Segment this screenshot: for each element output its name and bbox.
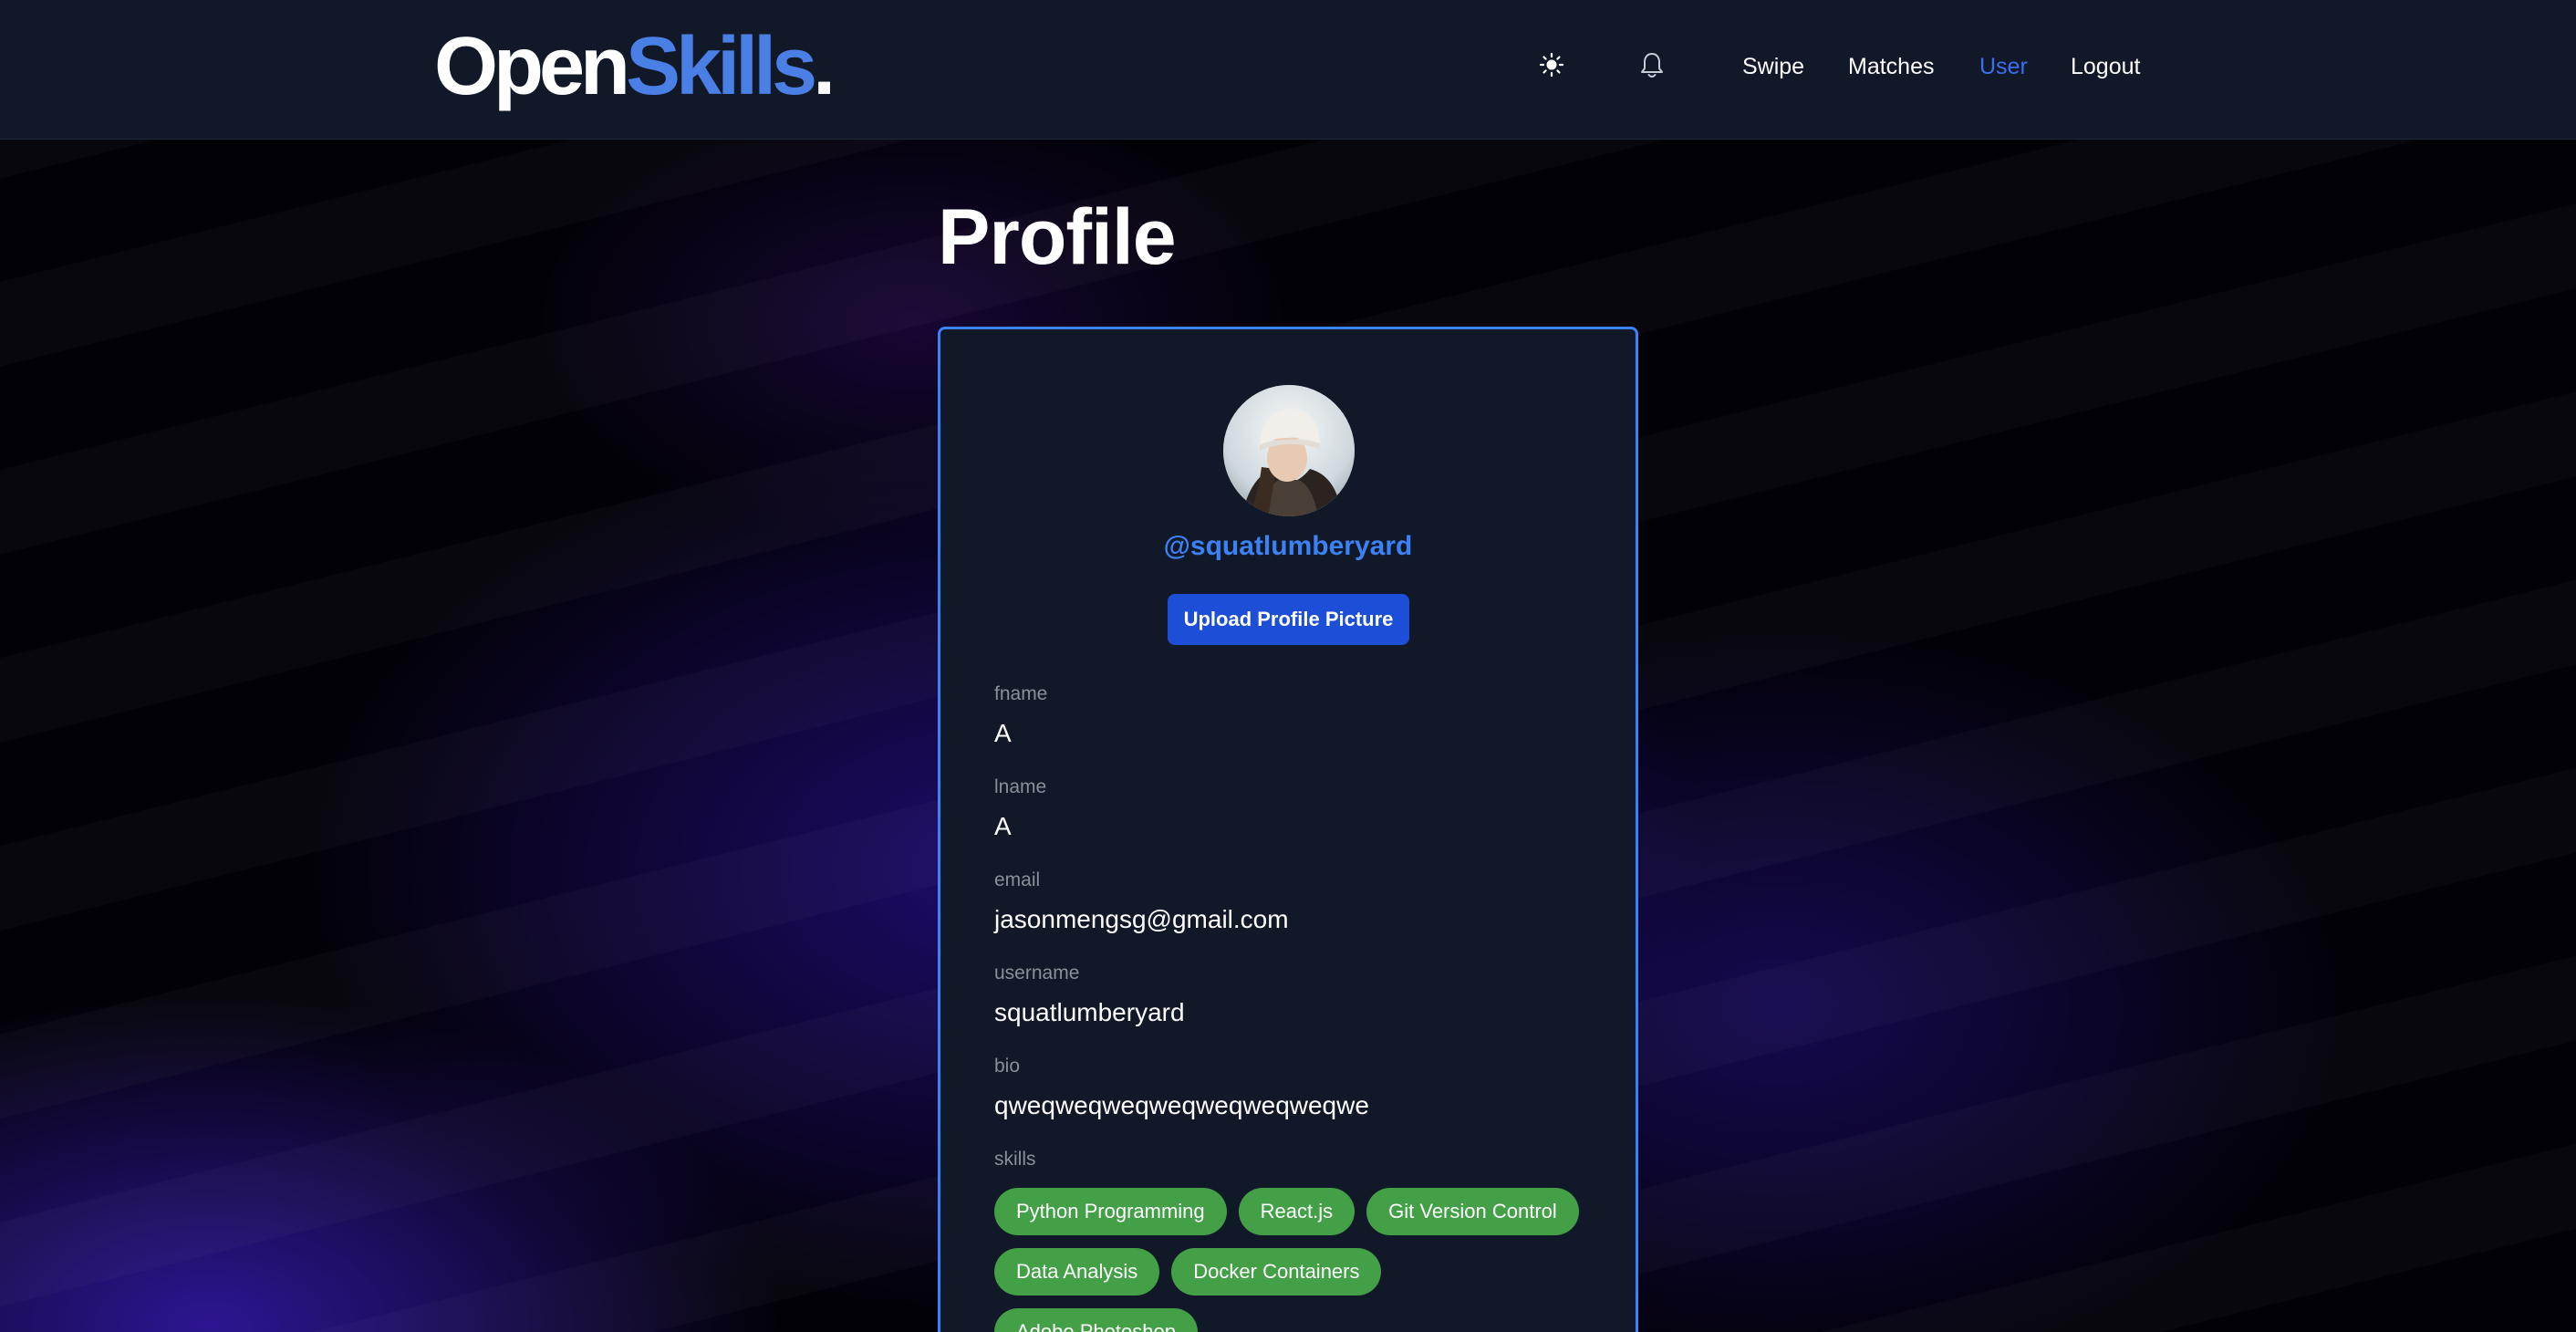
sun-icon[interactable] <box>1538 51 1565 78</box>
field-label: username <box>994 963 1080 983</box>
field-label: fname <box>994 683 1048 704</box>
nav-user-link[interactable]: User <box>1979 51 2028 82</box>
field-bio: bio qweqweqweqweqweqweqweqwe <box>994 1054 1369 1123</box>
skill-chip[interactable]: Data Analysis <box>994 1248 1160 1296</box>
field-value[interactable]: squatlumberyard <box>994 995 1185 1030</box>
field-value[interactable]: qweqweqweqweqweqweqweqwe <box>994 1088 1369 1123</box>
field-label: bio <box>994 1056 1021 1077</box>
field-value[interactable]: jasonmengsg@gmail.com <box>994 902 1289 937</box>
skill-chip[interactable]: Python Programming <box>994 1188 1227 1235</box>
avatar-photo <box>1223 385 1355 516</box>
logo-dot: . <box>813 21 836 112</box>
page-title: Profile <box>938 193 1177 281</box>
skill-chip[interactable]: Adobe Photoshop <box>994 1308 1198 1332</box>
nav-logout-link[interactable]: Logout <box>2071 51 2140 82</box>
avatar <box>1223 385 1355 516</box>
field-fname: fname A <box>994 682 1047 751</box>
bell-icon[interactable] <box>1638 51 1666 80</box>
field-label: lname <box>994 776 1047 797</box>
logo-text-open: Open <box>434 21 630 112</box>
openskills-logo[interactable]: OpenSkills. <box>434 16 836 117</box>
upload-profile-picture-button[interactable]: Upload Profile Picture <box>1168 594 1409 645</box>
nav-swipe-link[interactable]: Swipe <box>1742 51 1804 82</box>
profile-handle: @squatlumberyard <box>1163 531 1413 561</box>
skills-list: Python Programming React.js Git Version … <box>994 1188 1596 1332</box>
profile-card: @squatlumberyard Upload Profile Picture … <box>938 327 1638 1332</box>
field-value[interactable]: A <box>994 809 1046 844</box>
logo-text-skills: Skills <box>626 21 817 112</box>
field-email: email jasonmengsg@gmail.com <box>994 868 1289 937</box>
field-value[interactable]: A <box>994 716 1047 751</box>
skills-label: skills <box>994 1149 1036 1170</box>
skill-chip[interactable]: React.js <box>1238 1188 1356 1235</box>
skill-chip[interactable]: Git Version Control <box>1366 1188 1579 1235</box>
skill-chip[interactable]: Docker Containers <box>1171 1248 1382 1296</box>
field-label: email <box>994 869 1041 890</box>
page: OpenSkills. Swipe Matches User Logout Pr… <box>0 0 2576 1332</box>
nav-matches-link[interactable]: Matches <box>1848 51 1934 82</box>
field-username: username squatlumberyard <box>994 961 1185 1030</box>
field-lname: lname A <box>994 775 1046 844</box>
top-nav-bar: OpenSkills. Swipe Matches User Logout <box>0 0 2576 140</box>
